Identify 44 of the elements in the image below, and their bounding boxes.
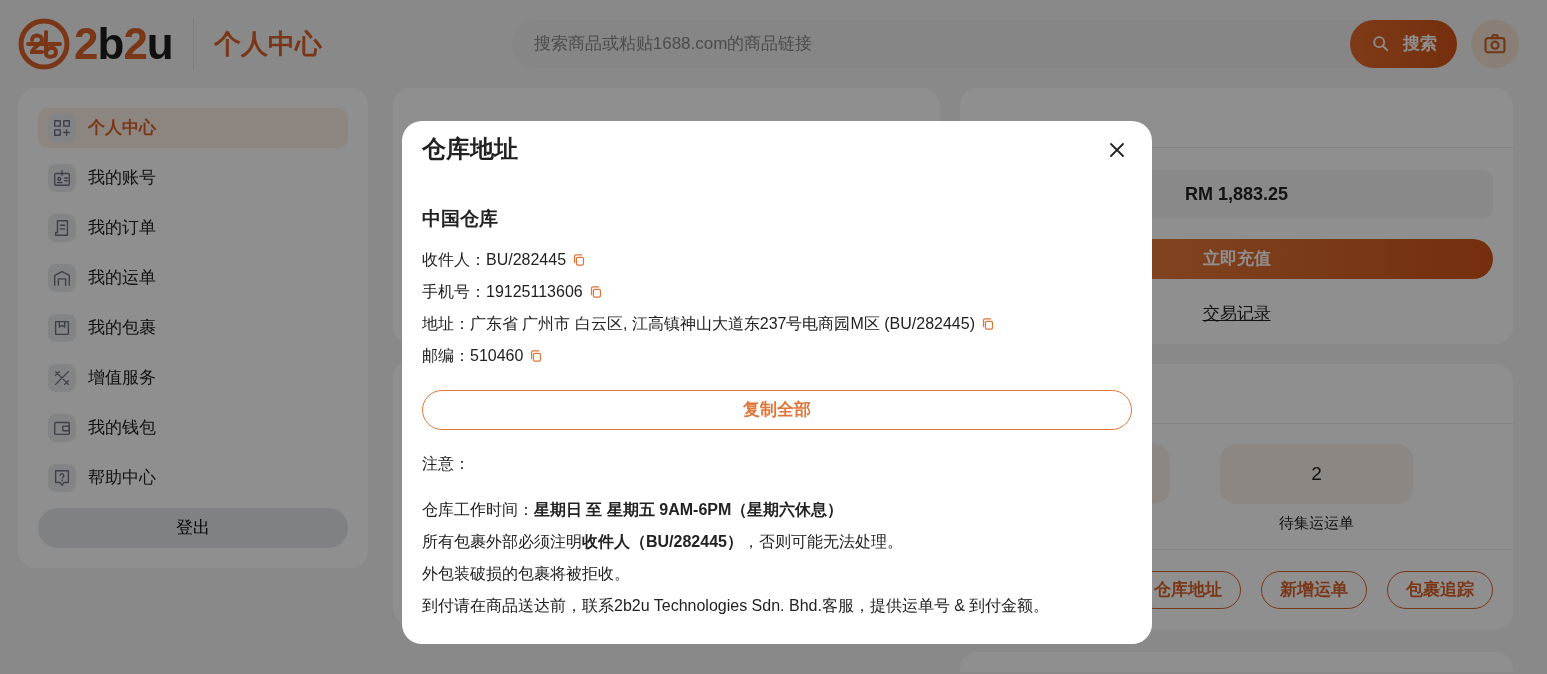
logout-button[interactable]: 登出 [38,508,348,548]
logo-icon [18,18,70,70]
stat-value: 2 [1220,444,1413,504]
help-icon [52,468,72,488]
house-icon [52,268,72,288]
logo-text: 2b2u [74,22,173,66]
note-text: 所有包裹外部必须注明收件人（BU/282445），否则可能无法处理。 [422,531,904,552]
sidebar-item[interactable]: 我的账号 [38,158,348,198]
field-text: 邮编：510460 [422,345,524,366]
field-text: 手机号：19125113606 [422,281,583,302]
copy-button[interactable] [529,348,544,363]
camera-button[interactable] [1471,20,1519,68]
copy-icon [980,316,995,331]
copy-button[interactable] [588,284,603,299]
search-button[interactable]: 搜索 [1350,20,1457,68]
tools-icon [52,368,72,388]
section-title: 中国仓库 [422,207,499,231]
copy-icon [572,252,587,267]
copy-all-button[interactable]: 复制全部 [422,389,1132,430]
note-heading: 注意： [422,453,471,474]
action-button[interactable]: 包裹追踪 [1387,571,1493,609]
field-text: 收件人：BU/282445 [422,249,567,270]
page-title: 个人中心 [213,27,322,61]
sidebar-item[interactable]: 我的订单 [38,208,348,248]
field-text: 地址：广东省 广州市 白云区, 江高镇神山大道东237号电商园M区 (BU/282445) [422,313,975,334]
copy-icon [588,284,603,299]
stat-label: 待集运运单 [1279,513,1354,533]
copy-button[interactable] [572,252,587,267]
note-text: 仓库工作时间：星期日 至 星期五 9AM-6PM（星期六休息） [422,499,845,520]
search-icon [1370,34,1391,54]
box-icon [52,318,72,338]
copy-button[interactable] [980,316,995,331]
sidebar-item[interactable]: 增值服务 [38,358,348,398]
sidebar-item[interactable]: 我的钱包 [38,408,348,448]
sidebar-item[interactable]: 我的包裹 [38,308,348,348]
sidebar-item[interactable]: 帮助中心 [38,458,348,498]
grid-icon [52,118,72,138]
copy-icon [529,348,544,363]
note-text: 到付请在商品送达前，联系2b2u Technologies Sdn. Bhd.客服，提供运单号 & 到付金额。 [422,595,1051,616]
modal-title: 仓库地址 [422,134,518,164]
id-card-icon [52,168,72,188]
note-text: 外包装破损的包裹将被拒收。 [422,563,631,584]
action-button[interactable]: 新增运单 [1261,571,1367,609]
sidebar-item[interactable]: 我的运单 [38,258,348,298]
